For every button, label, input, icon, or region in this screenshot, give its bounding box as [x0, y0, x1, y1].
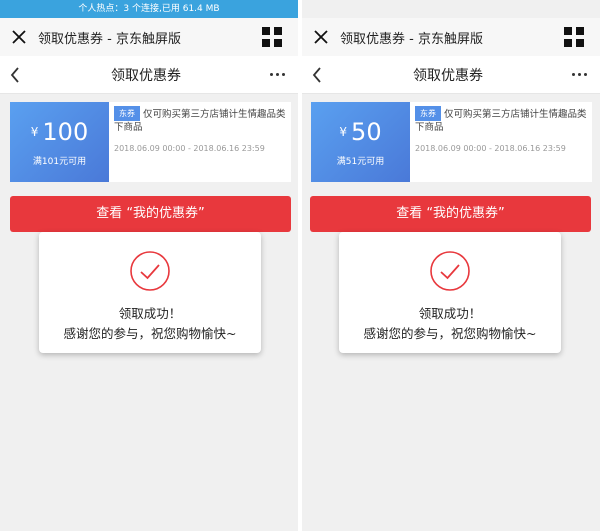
success-check-icon — [430, 251, 470, 291]
grid-menu-icon[interactable] — [562, 25, 586, 49]
close-icon[interactable] — [308, 18, 334, 56]
webview-header: 领取优惠券 - 京东触屏版 — [0, 18, 298, 56]
webview-title: 领取优惠券 - 京东触屏版 — [340, 31, 483, 47]
grid-menu-icon[interactable] — [260, 25, 284, 49]
coupon-validity: 2018.06.09 00:00 - 2018.06.16 23:59 — [415, 144, 566, 153]
coupon-value-block: ¥50 满51元可用 — [308, 102, 410, 182]
coupon-validity: 2018.06.09 00:00 - 2018.06.16 23:59 — [114, 144, 265, 153]
view-my-coupons-button[interactable]: 查看 “我的优惠券” — [310, 196, 591, 232]
coupon-condition: 满51元可用 — [336, 157, 385, 167]
currency-symbol: ¥ — [339, 125, 348, 139]
success-check-icon — [130, 251, 170, 291]
close-icon[interactable] — [6, 18, 32, 56]
coupon-tag: 东券 — [415, 106, 441, 121]
page-title: 领取优惠券 — [111, 67, 181, 84]
webview-header: 领取优惠券 - 京东触屏版 — [302, 18, 600, 56]
currency-symbol: ¥ — [30, 125, 39, 139]
thanks-message: 感谢您的参与，祝您购物愉快~ — [63, 326, 237, 341]
page-nav-bar: 领取优惠券 — [0, 56, 298, 94]
coupon-amount-value: 100 — [42, 118, 89, 146]
back-arrow-icon[interactable] — [10, 66, 30, 83]
screen-panel-left: 个人热点：3 个连接,已用 61.4 MB 领取优惠券 - 京东触屏版 领取优惠… — [0, 0, 298, 531]
page-title: 领取优惠券 — [413, 67, 483, 84]
success-modal: 领取成功！ 感谢您的参与，祝您购物愉快~ — [39, 232, 261, 353]
coupon-description-wrap: 东券 仅可购买第三方店铺计生情趣品类下商品 — [415, 106, 591, 134]
success-message: 领取成功！ — [118, 306, 182, 321]
coupon-amount: ¥100 — [10, 118, 109, 146]
coupon-info: 东券 仅可购买第三方店铺计生情趣品类下商品 — [114, 106, 290, 134]
coupon-tag: 东券 — [114, 106, 140, 121]
coupon-info: 东券 仅可购买第三方店铺计生情趣品类下商品 — [415, 106, 591, 134]
coupon-card[interactable]: ¥100 满101元可用 东券 仅可购买第三方店铺计生情趣品类下商品 2018.0… — [7, 102, 291, 182]
more-icon[interactable] — [262, 73, 292, 76]
more-icon[interactable] — [564, 73, 594, 76]
coupon-condition: 满101元可用 — [32, 157, 87, 167]
coupon-amount-value: 50 — [351, 118, 382, 146]
screen-panel-right: 领取优惠券 - 京东触屏版 领取优惠券 ¥50 满51元可用 东券 仅可购买第三方… — [302, 0, 600, 531]
webview-title: 领取优惠券 - 京东触屏版 — [38, 31, 181, 47]
status-bar: 个人热点：3 个连接,已用 61.4 MB — [0, 0, 298, 18]
page-nav-bar: 领取优惠券 — [302, 56, 600, 94]
thanks-message: 感谢您的参与，祝您购物愉快~ — [363, 326, 537, 341]
success-message: 领取成功！ — [418, 306, 482, 321]
coupon-amount: ¥50 — [311, 118, 410, 146]
success-modal: 领取成功！ 感谢您的参与，祝您购物愉快~ — [339, 232, 561, 353]
coupon-description-wrap: 东券 仅可购买第三方店铺计生情趣品类下商品 — [114, 106, 290, 134]
coupon-value-block: ¥100 满101元可用 — [7, 102, 109, 182]
view-my-coupons-button[interactable]: 查看 “我的优惠券” — [10, 196, 291, 232]
back-arrow-icon[interactable] — [312, 66, 332, 83]
coupon-card[interactable]: ¥50 满51元可用 东券 仅可购买第三方店铺计生情趣品类下商品 2018.06.… — [308, 102, 592, 182]
